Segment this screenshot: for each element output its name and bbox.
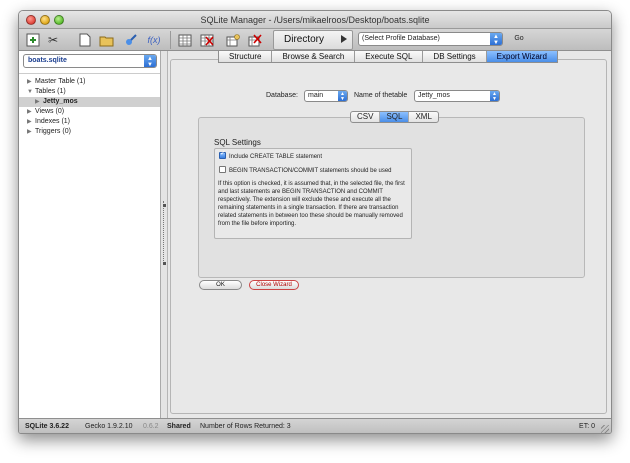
select-arrows-icon: ▲ ▼	[338, 91, 347, 102]
schema-tree: ▶ Master Table (1) ▼ Tables (1) ▶ Jetty_mos…	[19, 73, 160, 137]
tab-sql[interactable]: SQL	[380, 112, 410, 122]
sql-settings-box: Include CREATE TABLE statement BEGIN TRA…	[214, 148, 412, 239]
tree-item-triggers[interactable]: ▶ Triggers (0)	[19, 127, 160, 137]
sqlite-version: SQLite 3.6.22	[25, 423, 69, 430]
scissors-icon[interactable]: ✂	[45, 32, 61, 48]
format-panel: SQL Settings Include CREATE TABLE statem…	[198, 117, 585, 278]
close-wizard-button[interactable]: Close Wizard	[249, 280, 299, 290]
resize-grip-icon[interactable]	[601, 425, 609, 433]
close-window-button[interactable]	[26, 15, 36, 25]
splitter-grip[interactable]	[163, 201, 165, 261]
database-select-value: boats.sqlite	[28, 57, 67, 64]
splitter-collapse-icon[interactable]	[163, 204, 166, 207]
expanded-triangle-icon[interactable]: ▼	[27, 87, 35, 97]
collapsed-triangle-icon[interactable]: ▶	[27, 117, 35, 127]
transaction-help-text: If this option is checked, it is assumed…	[218, 181, 405, 227]
select-arrows-icon: ▲ ▼	[490, 91, 499, 102]
tree-item-label: Indexes (1)	[35, 118, 71, 125]
splitter-expand-icon[interactable]	[163, 262, 166, 265]
new-file-icon[interactable]	[77, 32, 93, 48]
tree-item-label: Jetty_mos	[43, 98, 78, 105]
sidebar: boats.sqlite ▲ ▼ ▶ Master Table (1) ▼ Table…	[19, 51, 161, 418]
attach-icon[interactable]	[123, 32, 139, 48]
create-table-checkbox[interactable]	[219, 150, 226, 159]
delete-index-icon[interactable]	[247, 32, 263, 48]
tree-item-master-table[interactable]: ▶ Master Table (1)	[19, 77, 160, 87]
tree-item-views[interactable]: ▶ Views (0)	[19, 107, 160, 117]
ok-button[interactable]: OK	[199, 280, 242, 290]
tree-item-indexes[interactable]: ▶ Indexes (1)	[19, 117, 160, 127]
transaction-label: BEGIN TRANSACTION/COMMIT statements shou…	[229, 168, 392, 174]
export-target-row: Database: main ▲ ▼ Name of thetable Jetty…	[266, 90, 500, 102]
tab-csv[interactable]: CSV	[351, 112, 381, 122]
collapsed-triangle-icon[interactable]: ▶	[27, 127, 35, 137]
toolbar: ✂ f(x) Directory (Select Profile Databas	[19, 29, 611, 51]
profile-database-select[interactable]: (Select Profile Database) ▲ ▼	[358, 32, 503, 46]
tab-execute-sql[interactable]: Execute SQL	[355, 51, 424, 62]
main-panel: Structure Browse & Search Execute SQL DB…	[168, 51, 611, 418]
status-bar: SQLite 3.6.22 Gecko 1.9.2.10 0.6.2 Share…	[19, 418, 611, 433]
tab-structure[interactable]: Structure	[219, 51, 273, 62]
table-icon[interactable]	[177, 32, 193, 48]
elapsed-time: ET: 0	[579, 423, 595, 430]
tree-item-label: Views (0)	[35, 108, 65, 115]
go-button[interactable]: Go	[509, 32, 529, 46]
collapsed-triangle-icon[interactable]: ▶	[35, 97, 43, 107]
table-name-label: Name of thetable	[354, 92, 408, 99]
app-window: SQLite Manager - /Users/mikaelroos/Deskt…	[18, 10, 612, 434]
tab-db-settings[interactable]: DB Settings	[423, 51, 487, 62]
tab-xml[interactable]: XML	[409, 112, 437, 122]
tab-export-wizard[interactable]: Export Wizard	[486, 51, 557, 62]
gecko-version: Gecko 1.9.2.10	[85, 423, 133, 430]
transaction-option[interactable]: BEGIN TRANSACTION/COMMIT statements shou…	[219, 166, 392, 175]
window-title: SQLite Manager - /Users/mikaelroos/Deskt…	[200, 15, 430, 25]
delete-table-icon[interactable]	[199, 32, 215, 48]
database-select[interactable]: boats.sqlite ▲ ▼	[23, 54, 157, 68]
tree-item-label: Triggers (0)	[35, 128, 71, 135]
open-folder-icon[interactable]	[99, 32, 115, 48]
database-icon[interactable]	[25, 32, 41, 48]
select-arrows-icon: ▲ ▼	[490, 33, 502, 46]
directory-label: Directory	[284, 34, 325, 45]
export-table-value: Jetty_mos	[418, 92, 450, 99]
database-label: Database:	[266, 92, 298, 99]
create-table-label: Include CREATE TABLE statement	[229, 154, 323, 160]
tree-item-jetty-mos[interactable]: ▶ Jetty_mos	[19, 97, 160, 107]
export-database-value: main	[308, 92, 324, 99]
minimize-window-button[interactable]	[40, 15, 50, 25]
directory-arrow-icon[interactable]	[341, 35, 347, 43]
tree-item-tables[interactable]: ▼ Tables (1)	[19, 87, 160, 97]
sql-settings-title: SQL Settings	[214, 138, 261, 147]
tree-item-label: Master Table (1)	[35, 78, 86, 85]
title-bar: SQLite Manager - /Users/mikaelroos/Deskt…	[19, 11, 611, 29]
transaction-checkbox[interactable]	[219, 166, 226, 173]
tab-browse-search[interactable]: Browse & Search	[272, 51, 356, 62]
export-database-select[interactable]: main ▲ ▼	[304, 90, 348, 102]
select-arrows-icon: ▲ ▼	[144, 55, 156, 68]
tree-item-label: Tables (1)	[35, 88, 66, 95]
create-table-option[interactable]: Include CREATE TABLE statement	[219, 150, 323, 161]
index-icon[interactable]	[225, 32, 241, 48]
main-tabs: Structure Browse & Search Execute SQL DB…	[218, 51, 558, 63]
connection-mode: Shared	[167, 423, 191, 430]
collapsed-triangle-icon[interactable]: ▶	[27, 77, 35, 87]
profile-select-value: (Select Profile Database)	[362, 35, 440, 42]
panel-splitter[interactable]	[161, 51, 168, 418]
function-icon[interactable]: f(x)	[143, 32, 165, 48]
toolbar-separator	[170, 31, 171, 49]
format-tabs: CSV SQL XML	[350, 111, 439, 123]
export-table-select[interactable]: Jetty_mos ▲ ▼	[414, 90, 500, 102]
rows-returned: Number of Rows Returned: 3	[200, 423, 291, 430]
collapsed-triangle-icon[interactable]: ▶	[27, 107, 35, 117]
extension-version: 0.6.2	[143, 423, 159, 430]
zoom-window-button[interactable]	[54, 15, 64, 25]
